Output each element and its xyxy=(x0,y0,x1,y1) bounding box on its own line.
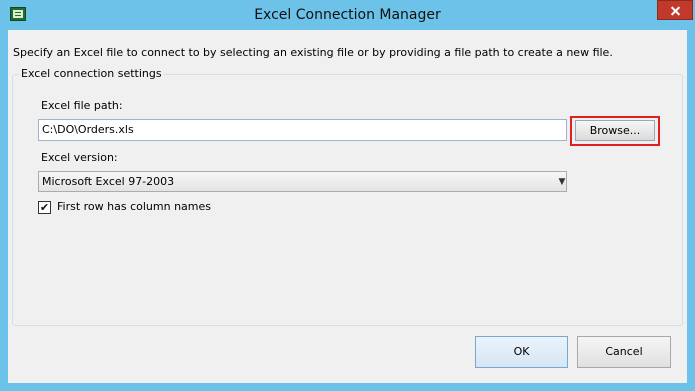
excel-version-select[interactable]: Microsoft Excel 97-2003 ▼ xyxy=(38,171,567,192)
intro-text: Specify an Excel file to connect to by s… xyxy=(13,46,613,59)
browse-button[interactable]: Browse... xyxy=(575,120,655,141)
dialog-client-area: Specify an Excel file to connect to by s… xyxy=(8,30,687,383)
file-path-label: Excel file path: xyxy=(41,99,123,112)
close-icon[interactable] xyxy=(657,0,693,20)
ok-button[interactable]: OK xyxy=(475,336,568,368)
excel-version-label: Excel version: xyxy=(41,151,118,164)
excel-version-value: Microsoft Excel 97-2003 xyxy=(42,175,175,188)
group-legend: Excel connection settings xyxy=(19,67,164,80)
title-bar[interactable]: Excel Connection Manager xyxy=(0,0,695,30)
first-row-label[interactable]: First row has column names xyxy=(57,200,211,213)
chevron-down-icon[interactable]: ▼ xyxy=(555,174,569,190)
window-title: Excel Connection Manager xyxy=(254,7,441,23)
file-path-input[interactable]: C:\DO\Orders.xls xyxy=(38,119,567,141)
excel-connection-manager-window: Excel Connection Manager Specify an Exce… xyxy=(0,0,695,391)
cancel-button[interactable]: Cancel xyxy=(577,336,671,368)
first-row-checkbox[interactable]: ✔ xyxy=(38,201,51,214)
